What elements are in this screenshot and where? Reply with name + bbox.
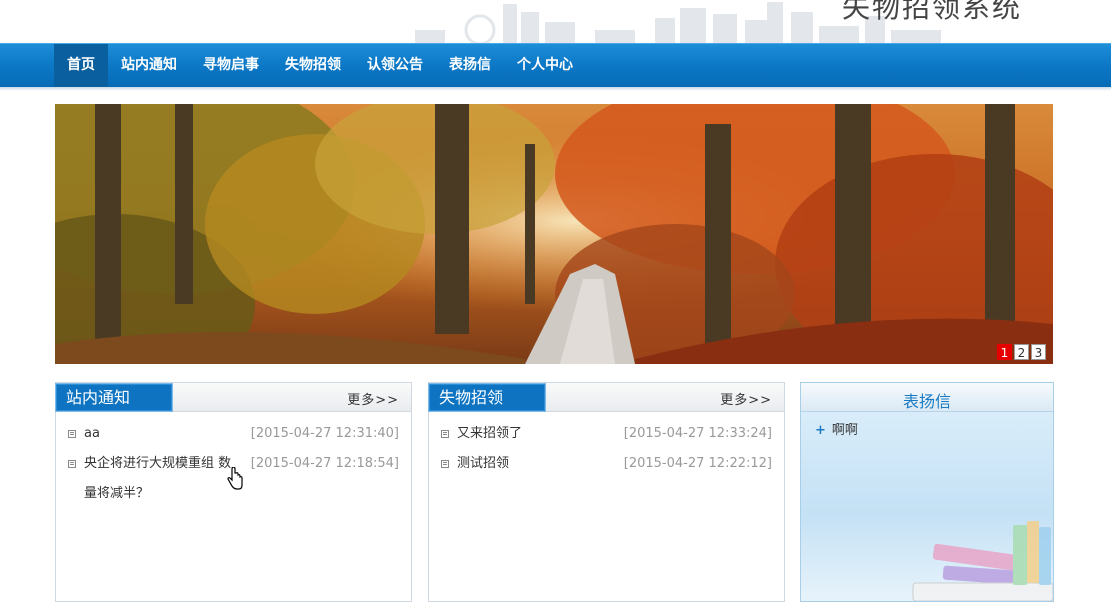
nav-item-notices[interactable]: 站内通知	[112, 44, 186, 87]
list-bullet-icon	[441, 460, 449, 468]
praise-panel-header: 表扬信	[801, 383, 1053, 412]
plus-icon: +	[815, 423, 826, 438]
found-item-date: [2015-04-27 12:33:24]	[623, 426, 772, 441]
hand-pointer-cursor-icon	[227, 467, 243, 490]
notices-more-link[interactable]: 更多>>	[347, 389, 399, 408]
notices-panel-header: 站内通知 更多>>	[55, 383, 411, 412]
books-decoration-image	[912, 521, 1053, 601]
main-nav: 首页 站内通知 寻物启事 失物招领 认领公告 表扬信 个人中心	[0, 43, 1111, 87]
list-item: 测试招领 [2015-04-27 12:22:12]	[441, 449, 772, 479]
slide-dot-3[interactable]: 3	[1031, 344, 1046, 360]
notice-title-link[interactable]: 央企将进行大规模重组 数	[84, 449, 231, 479]
praise-letters-panel: 表扬信 + 啊啊	[800, 382, 1054, 602]
site-title: 失物招领系统	[842, 0, 1023, 24]
list-bullet-icon	[68, 430, 76, 438]
nav-shadow	[0, 87, 1111, 91]
slide-dot-1[interactable]: 1	[997, 344, 1012, 360]
notices-panel: 站内通知 更多>> aa [2015-04-27 12:31:40] 央企将进行…	[55, 382, 412, 602]
nav-item-lost-notices[interactable]: 寻物启事	[194, 44, 268, 87]
slide-dot-2[interactable]: 2	[1014, 344, 1029, 360]
autumn-forest-road-image	[55, 104, 1053, 364]
nav-item-found-items[interactable]: 失物招领	[276, 44, 350, 87]
found-item-title-link[interactable]: 测试招领	[457, 449, 509, 479]
notice-date: [2015-04-27 12:31:40]	[250, 426, 399, 441]
found-item-title-link[interactable]: 又来招领了	[457, 419, 522, 449]
lost-found-panel-header: 失物招领 更多>>	[428, 383, 784, 412]
nav-item-claim-announcements[interactable]: 认领公告	[358, 44, 432, 87]
found-item-date: [2015-04-27 12:22:12]	[623, 456, 772, 471]
nav-item-praise-letters[interactable]: 表扬信	[440, 44, 500, 87]
praise-item-label: 啊啊	[831, 423, 858, 438]
list-bullet-icon	[68, 460, 76, 468]
notice-title-continuation[interactable]: 量将减半？	[84, 479, 149, 509]
lost-found-more-link[interactable]: 更多>>	[720, 389, 772, 408]
praise-panel-title: 表扬信	[902, 392, 951, 411]
notice-date: [2015-04-27 12:18:54]	[250, 456, 399, 471]
lost-found-panel-title: 失物招领	[428, 383, 546, 412]
list-bullet-icon	[441, 430, 449, 438]
praise-item-link[interactable]: + 啊啊	[815, 419, 858, 438]
header: 失物招领系统	[0, 0, 1111, 44]
nav-item-personal-center[interactable]: 个人中心	[508, 44, 582, 87]
nav-item-home[interactable]: 首页	[54, 44, 108, 87]
notice-title-link[interactable]: aa	[84, 419, 100, 449]
banner-slideshow[interactable]	[55, 104, 1053, 364]
notices-panel-title: 站内通知	[55, 383, 173, 412]
list-item: aa [2015-04-27 12:31:40]	[68, 419, 399, 449]
list-item: 又来招领了 [2015-04-27 12:33:24]	[441, 419, 772, 449]
lost-found-panel: 失物招领 更多>> 又来招领了 [2015-04-27 12:33:24] 测试…	[428, 382, 785, 602]
